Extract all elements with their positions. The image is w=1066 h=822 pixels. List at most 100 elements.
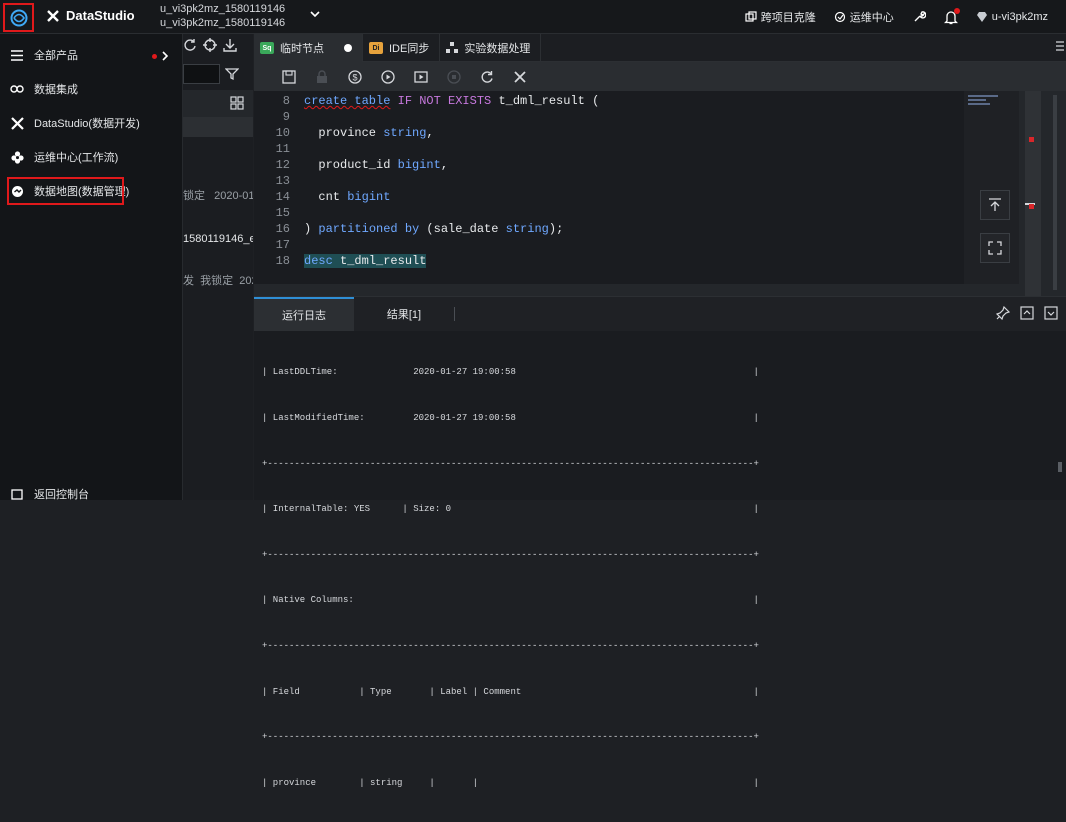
log-line: | InternalTable: YES | Size: 0 | [262,504,759,515]
tab-run-log[interactable]: 运行日志 [254,297,354,331]
pin-icon[interactable] [996,306,1010,320]
line-number: 12 [275,158,290,172]
log-line: | province | string | | | [262,777,759,788]
stop-button[interactable] [437,66,470,88]
brand-name: DataStudio [66,8,135,23]
scroll-top-button[interactable] [980,190,1010,220]
panel-toolbar [183,38,237,52]
ops-center-link[interactable]: 运维中心 [834,9,894,25]
flower-icon [10,150,24,164]
menu-item-label: 全部产品 [34,50,78,62]
collapse-icon[interactable] [1044,306,1058,320]
log-line: | LastModifiedTime: 2020-01-27 19:00:58 … [262,413,759,424]
line-number: 16 [275,222,290,236]
back-icon [10,487,24,501]
notification-button[interactable] [943,7,960,25]
tab-label: 临时节点 [280,43,324,55]
highlight-box [7,177,124,205]
cross-project-clone-link[interactable]: 跨项目克隆 [745,9,816,25]
download-icon[interactable] [223,38,237,52]
log-line: +---------------------------------------… [262,732,759,743]
run-params-icon [413,70,428,83]
run-log-output: | LastDDLTime: 2020-01-27 19:00:58 | | L… [262,335,759,822]
to-top-icon [989,198,1001,211]
run-button[interactable] [371,66,404,88]
save-icon [281,69,296,84]
editor-toolbar: $ [254,62,1066,91]
format-icon [513,70,526,83]
tab-divider [454,307,455,321]
tab-ide-sync[interactable]: Di IDE同步 [363,34,441,62]
tab-temp-node[interactable]: Sq 临时节点 [254,34,363,62]
tab-result[interactable]: 结果[1] [354,297,454,331]
line-number: 8 [282,94,290,108]
line-number: 13 [275,174,290,188]
cost-icon: $ [347,69,362,84]
node-label: 1580119146_en [183,233,253,245]
menu-item-label: DataStudio(数据开发) [34,118,140,130]
notification-dot [953,7,960,14]
code-text: (sale_date [419,222,506,236]
brand[interactable]: DataStudio [46,8,135,23]
user-name: u-vi3pk2mz [991,11,1048,23]
grid-icon[interactable] [230,96,244,110]
workspace-line1: u_vi3pk2mz_1580119146 [160,3,286,15]
expand-arrow[interactable] [152,51,169,61]
code-keyword: create table [304,94,391,108]
line-number: 9 [282,110,290,124]
log-line: +---------------------------------------… [262,458,759,469]
output-actions [996,306,1058,320]
tab-experiment-data[interactable]: 实验数据处理 [440,34,542,62]
scrollbar[interactable] [1019,91,1066,296]
more-icon[interactable] [1056,40,1064,52]
refresh-button[interactable] [470,66,503,88]
refresh-icon[interactable] [183,38,197,52]
lock-button[interactable] [305,66,338,88]
run-icon [380,69,395,84]
search-input[interactable] [183,64,220,84]
menu-item-label: 数据集成 [34,84,78,96]
menu-item-ops-center[interactable]: 运维中心(工作流) [0,140,183,174]
lock-row[interactable]: 锁定 2020-01-2 [183,187,253,203]
locate-icon[interactable] [203,38,217,52]
code-editor[interactable]: 8 9 10 11 12 13 14 15 16 17 18 create ta… [254,91,964,284]
editor-tabs: Sq 临时节点 Di IDE同步 实验数据处理 [254,34,1066,62]
fullscreen-button[interactable] [980,233,1010,263]
sql-badge-icon: Sq [260,42,274,54]
user-menu[interactable]: u-vi3pk2mz [976,11,1048,23]
my-lock-row[interactable]: 发 我锁定 202 [183,272,253,288]
directory-panel: 锁定 2020-01-2 1580119146_en 发 我锁定 202 [183,34,253,500]
cost-button[interactable]: $ [338,66,371,88]
code-line: province string, [304,126,434,140]
code-text: ); [548,222,564,236]
run-params-button[interactable] [404,66,437,88]
maximize-icon[interactable] [1020,306,1034,320]
log-scrollbar[interactable] [1058,462,1062,472]
menu-item-data-integration[interactable]: 数据集成 [0,72,183,106]
logo-icon[interactable] [3,3,34,32]
filter-icon[interactable] [225,67,239,81]
product-menu: 全部产品 数据集成 DataStudio(数据开发) 运维中心(工作流) 数据地… [0,34,183,501]
code-line-selected: desc t_dml_result [304,254,427,268]
chevron-down-icon[interactable] [310,9,320,19]
stop-icon [446,69,461,84]
my-lock-label: 我锁定 [200,275,234,287]
code-text: province [304,126,377,140]
workspace-selector[interactable]: u_vi3pk2mz_1580119146 u_vi3pk2mz_1580119… [160,2,285,30]
wrench-button[interactable] [912,10,926,24]
user-diamond-icon [976,12,987,22]
log-line: +---------------------------------------… [262,641,759,652]
code-type: string [383,126,427,140]
save-button[interactable] [272,66,305,88]
node-row[interactable]: 1580119146_en [183,233,253,245]
di-badge-icon: Di [369,42,383,54]
tab-label: 运行日志 [282,310,326,322]
notice-dot [152,53,157,59]
menu-item-datastudio[interactable]: DataStudio(数据开发) [0,106,183,140]
code-text: , [426,126,434,140]
log-line: +---------------------------------------… [262,549,759,560]
code-keyword: IF NOT EXISTS [397,94,492,108]
format-button[interactable] [503,66,536,88]
code-keyword: desc [304,254,333,268]
back-to-console-link[interactable]: 返回控制台 [0,477,183,511]
